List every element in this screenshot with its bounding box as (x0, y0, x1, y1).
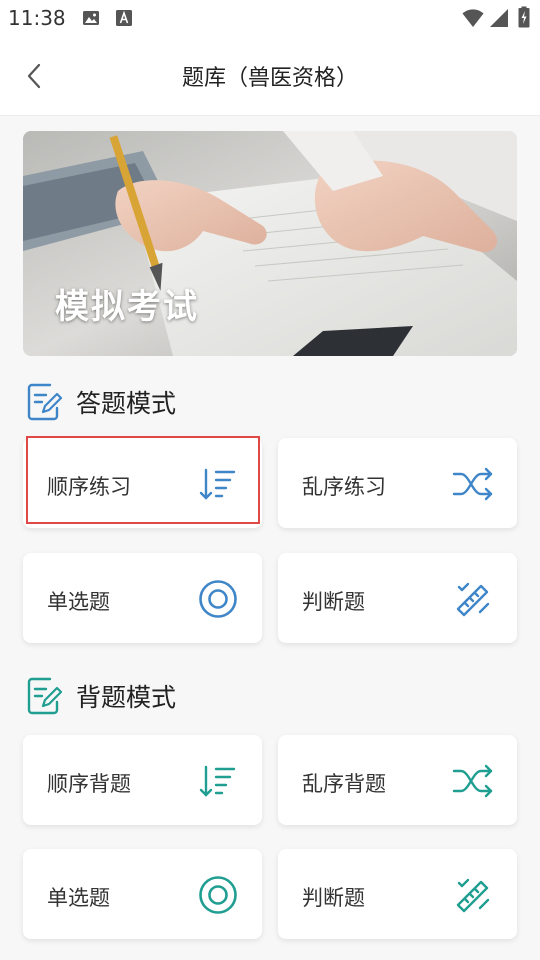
wifi-icon (462, 8, 484, 32)
card-label: 判断题 (302, 590, 365, 614)
sequential-practice-card[interactable]: 顺序练习 (23, 438, 262, 528)
status-bar: 11:38 (0, 0, 540, 36)
shuffle-icon (451, 759, 495, 803)
card-label: 单选题 (47, 590, 110, 614)
true-false-card[interactable]: 判断题 (278, 553, 517, 643)
random-memorize-card[interactable]: 乱序背题 (278, 735, 517, 825)
section-title: 答题模式 (76, 389, 177, 418)
target-circle-icon (196, 873, 240, 917)
mock-exam-banner[interactable]: 模拟考试 (23, 131, 517, 356)
true-false-memorize-card[interactable]: 判断题 (278, 849, 517, 939)
sort-list-icon (196, 759, 240, 803)
ruler-check-icon (451, 577, 495, 621)
sort-list-icon (196, 462, 240, 506)
single-choice-memorize-card[interactable]: 单选题 (23, 849, 262, 939)
card-label: 顺序练习 (47, 475, 131, 499)
title-bar: 题库（兽医资格） (0, 36, 540, 116)
target-circle-icon (196, 577, 240, 621)
edit-document-icon (27, 383, 62, 421)
sequential-memorize-card[interactable]: 顺序背题 (23, 735, 262, 825)
memorize-mode-section-header: 背题模式 (26, 674, 176, 718)
card-label: 乱序练习 (302, 475, 386, 499)
banner-title: 模拟考试 (55, 287, 199, 327)
status-time: 11:38 (8, 6, 66, 30)
card-label: 单选题 (47, 886, 110, 910)
edit-document-icon (27, 677, 62, 715)
page-title: 题库（兽医资格） (181, 66, 358, 91)
section-title: 背题模式 (76, 683, 177, 712)
ruler-check-icon (451, 873, 495, 917)
card-label: 乱序背题 (302, 772, 386, 796)
card-label: 顺序背题 (47, 772, 131, 796)
shuffle-icon (451, 462, 495, 506)
random-practice-card[interactable]: 乱序练习 (278, 438, 517, 528)
battery-charging-icon (518, 6, 530, 32)
card-label: 判断题 (302, 886, 365, 910)
gallery-notification-icon (82, 9, 100, 31)
font-notification-icon (115, 9, 133, 31)
answer-mode-section-header: 答题模式 (26, 380, 176, 424)
cell-signal-icon (489, 8, 509, 32)
single-choice-card[interactable]: 单选题 (23, 553, 262, 643)
